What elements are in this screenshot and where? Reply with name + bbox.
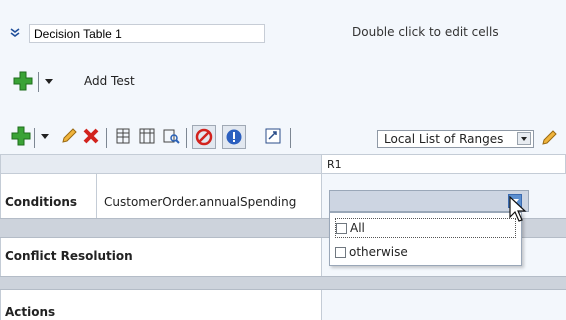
merge-table-icon[interactable] bbox=[136, 125, 158, 147]
condition-expression-label: CustomerOrder.annualSpending bbox=[104, 195, 297, 209]
search-table-icon[interactable] bbox=[160, 125, 182, 147]
add-test-dropdown-chevron-icon[interactable] bbox=[42, 70, 56, 92]
checkbox-icon[interactable] bbox=[335, 246, 346, 258]
range-bucket-select[interactable]: Local List of Ranges bbox=[377, 130, 534, 148]
mouse-pointer-icon bbox=[509, 195, 527, 222]
option-otherwise[interactable]: otherwise bbox=[335, 243, 408, 261]
checkbox-icon[interactable] bbox=[336, 222, 347, 234]
conflict-resolution-label: Conflict Resolution bbox=[5, 249, 133, 263]
conditions-label: Conditions bbox=[5, 195, 78, 209]
edit-range-pencil-icon[interactable] bbox=[538, 127, 560, 149]
decision-table-name-input[interactable] bbox=[29, 24, 265, 43]
info-exclamation-icon[interactable] bbox=[222, 125, 246, 149]
delete-x-icon[interactable] bbox=[80, 125, 102, 147]
option-label: otherwise bbox=[349, 245, 408, 259]
chevron-down-icon[interactable] bbox=[517, 132, 531, 145]
add-test-plus-icon[interactable] bbox=[12, 70, 34, 92]
collapse-chevron-icon[interactable] bbox=[9, 27, 21, 39]
add-rule-dropdown-chevron-icon[interactable] bbox=[38, 125, 52, 147]
edit-hint-text: Double click to edit cells bbox=[352, 25, 499, 39]
split-table-icon[interactable] bbox=[112, 125, 134, 147]
header-blank-cell bbox=[0, 154, 322, 174]
r1-condition-options-list: All otherwise bbox=[329, 212, 522, 266]
toggle-view-icon[interactable] bbox=[262, 125, 284, 147]
edit-pencil-icon[interactable] bbox=[58, 125, 80, 147]
separator-row bbox=[0, 276, 566, 290]
conflict-disable-icon[interactable] bbox=[192, 125, 216, 149]
r1-condition-dropdown[interactable] bbox=[329, 190, 529, 212]
option-label: All bbox=[350, 221, 365, 235]
add-test-label: Add Test bbox=[84, 74, 135, 88]
column-header-r1[interactable]: R1 bbox=[322, 154, 566, 174]
actions-label: Actions bbox=[5, 305, 56, 319]
add-rule-plus-icon[interactable] bbox=[10, 125, 32, 147]
option-all[interactable]: All bbox=[335, 218, 516, 238]
range-bucket-select-value: Local List of Ranges bbox=[384, 132, 504, 146]
